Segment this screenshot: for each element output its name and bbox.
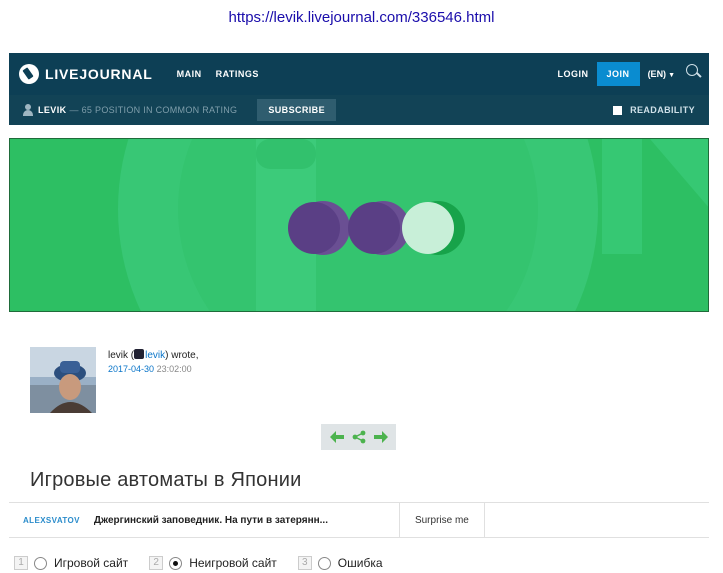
user-icon — [23, 104, 33, 116]
prev-post-arrow-icon[interactable] — [329, 430, 344, 445]
journal-username[interactable]: LEVIK — [38, 105, 67, 115]
nav-main[interactable]: MAIN — [177, 69, 202, 79]
livejournal-pencil-icon — [19, 64, 39, 84]
post-time: 23:02:00 — [156, 364, 192, 374]
author-line: levik ( levik) wrote, — [108, 349, 198, 361]
option-game-site[interactable]: 1 Игровой сайт — [14, 556, 128, 570]
radio-button[interactable] — [317, 556, 331, 570]
option-label: Неигровой сайт — [189, 556, 277, 570]
option-error[interactable]: 3 Ошибка — [297, 556, 383, 570]
login-link[interactable]: LOGIN — [558, 69, 589, 79]
option-label: Ошибка — [337, 556, 383, 570]
join-button[interactable]: JOIN — [596, 62, 640, 86]
post-header: levik ( levik) wrote, 2017-04-30 23:02:00 — [30, 347, 690, 417]
share-icon[interactable] — [351, 430, 366, 445]
option-number: 1 — [14, 556, 28, 570]
surprise-me-link[interactable]: Surprise me — [400, 515, 484, 526]
language-label: (EN) — [647, 69, 667, 79]
author-suffix: ) wrote, — [165, 350, 199, 361]
related-author[interactable]: ALEXSVATOV — [23, 516, 80, 525]
radio-button[interactable] — [34, 556, 47, 570]
banner-graphic — [10, 139, 708, 311]
post-navigation-bar — [321, 424, 396, 450]
top-navigation: LIVEJOURNAL MAIN RATINGS LOGIN JOIN (EN)… — [9, 53, 709, 95]
author-avatar[interactable] — [30, 347, 96, 413]
radio-button-selected[interactable] — [169, 556, 183, 570]
journal-banner — [9, 138, 709, 312]
author-prefix: levik ( — [108, 350, 135, 361]
classification-options: 1 Игровой сайт 2 Неигровой сайт 3 Ошибка — [14, 556, 404, 570]
related-post-strip: ALEXSVATOV Джергинский заповедник. На пу… — [9, 502, 709, 538]
post-timestamp: 2017-04-30 23:02:00 — [108, 364, 192, 374]
post-title: Игровые автоматы в Японии — [30, 469, 302, 491]
readability-toggle[interactable]: READABILITY — [613, 105, 695, 115]
logo-text: LIVEJOURNAL — [45, 66, 153, 82]
language-selector[interactable]: (EN) ▼ — [648, 69, 675, 79]
option-number: 2 — [149, 556, 164, 570]
search-icon[interactable] — [685, 63, 701, 79]
journal-subheader: LEVIK — 65 POSITION IN COMMON RATING SUB… — [9, 95, 709, 125]
related-post-title[interactable]: Джергинский заповедник. На пути в затеря… — [94, 515, 399, 526]
livejournal-logo[interactable]: LIVEJOURNAL — [19, 64, 153, 84]
option-number: 3 — [297, 556, 312, 570]
nav-ratings[interactable]: RATINGS — [216, 69, 259, 79]
next-post-arrow-icon[interactable] — [373, 430, 388, 445]
journal-rating: — 65 POSITION IN COMMON RATING — [69, 105, 238, 115]
user-profile-icon[interactable] — [134, 349, 145, 359]
option-non-game-site[interactable]: 2 Неигровой сайт — [149, 556, 277, 570]
readability-checkbox[interactable] — [613, 105, 623, 115]
page-url-link[interactable]: https://levik.livejournal.com/336546.htm… — [229, 9, 495, 26]
caret-down-icon: ▼ — [668, 72, 675, 79]
author-username[interactable]: levik — [145, 350, 165, 361]
readability-label: READABILITY — [630, 105, 695, 115]
post-date[interactable]: 2017-04-30 — [108, 364, 154, 374]
divider — [483, 502, 485, 538]
subscribe-button[interactable]: SUBSCRIBE — [257, 99, 336, 121]
url-bar: https://levik.livejournal.com/336546.htm… — [0, 0, 723, 34]
option-label: Игровой сайт — [54, 556, 129, 570]
